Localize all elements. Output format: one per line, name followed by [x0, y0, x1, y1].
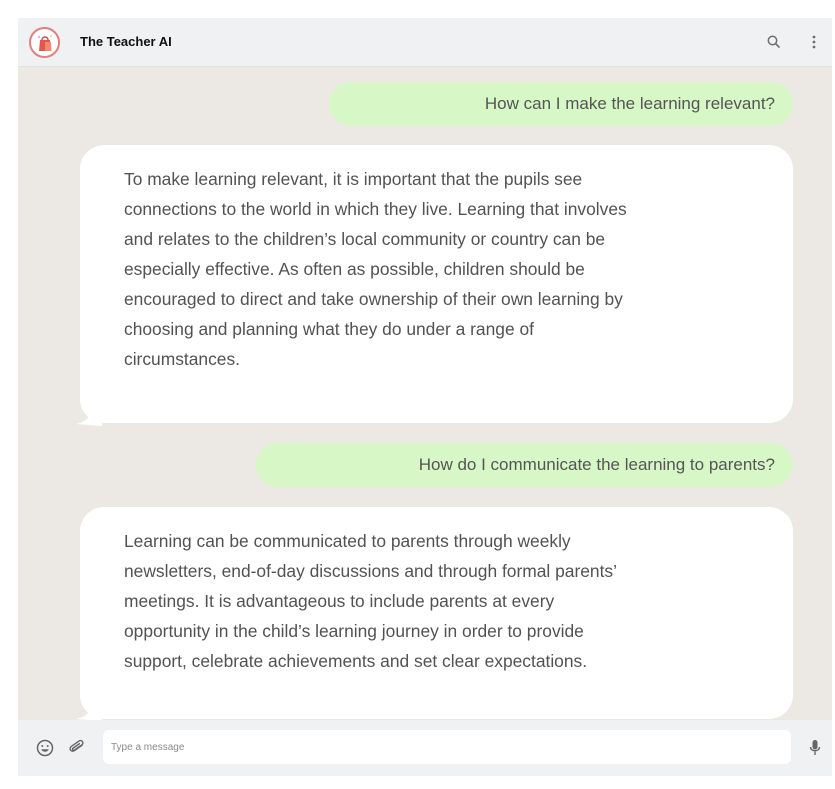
chat-header: The Teacher AI — [18, 18, 832, 67]
chat-title: The Teacher AI — [80, 34, 172, 49]
message-line: support, celebrate achievements and set … — [124, 651, 588, 671]
user-message: How can I make the learning relevant? — [329, 82, 793, 126]
more-vertical-icon[interactable] — [803, 31, 825, 53]
message-line: opportunity in the child’s learning jour… — [124, 621, 584, 641]
message-line: To make learning relevant, it is importa… — [124, 169, 583, 189]
message-line: choosing and planning what they do under… — [124, 319, 534, 339]
message-line: circumstances. — [124, 349, 240, 369]
microphone-icon[interactable] — [804, 737, 826, 759]
search-icon[interactable] — [763, 31, 785, 53]
message-line: and relates to the children’s local comm… — [124, 229, 606, 249]
paperclip-icon[interactable] — [66, 737, 88, 759]
chat-window: The Teacher AI How can I make the learni… — [18, 18, 832, 776]
shopping-bag-logo-icon — [38, 35, 52, 51]
emoji-icon[interactable] — [34, 737, 56, 759]
avatar[interactable] — [29, 27, 60, 58]
user-message: How do I communicate the learning to par… — [256, 443, 793, 487]
message-line: meetings. It is advantageous to include … — [124, 591, 555, 611]
assistant-bubble: Learning can be communicated to parents … — [80, 507, 793, 719]
message-line: encouraged to direct and take ownership … — [124, 289, 623, 309]
message-line: connections to the world in which they l… — [124, 199, 627, 219]
message-line: especially effective. As often as possib… — [124, 259, 585, 279]
message-line: newsletters, end-of-day discussions and … — [124, 561, 617, 581]
message-input[interactable] — [103, 730, 791, 764]
message-composer — [18, 720, 832, 776]
assistant-bubble: To make learning relevant, it is importa… — [80, 145, 793, 423]
message-line: Learning can be communicated to parents … — [124, 531, 571, 551]
